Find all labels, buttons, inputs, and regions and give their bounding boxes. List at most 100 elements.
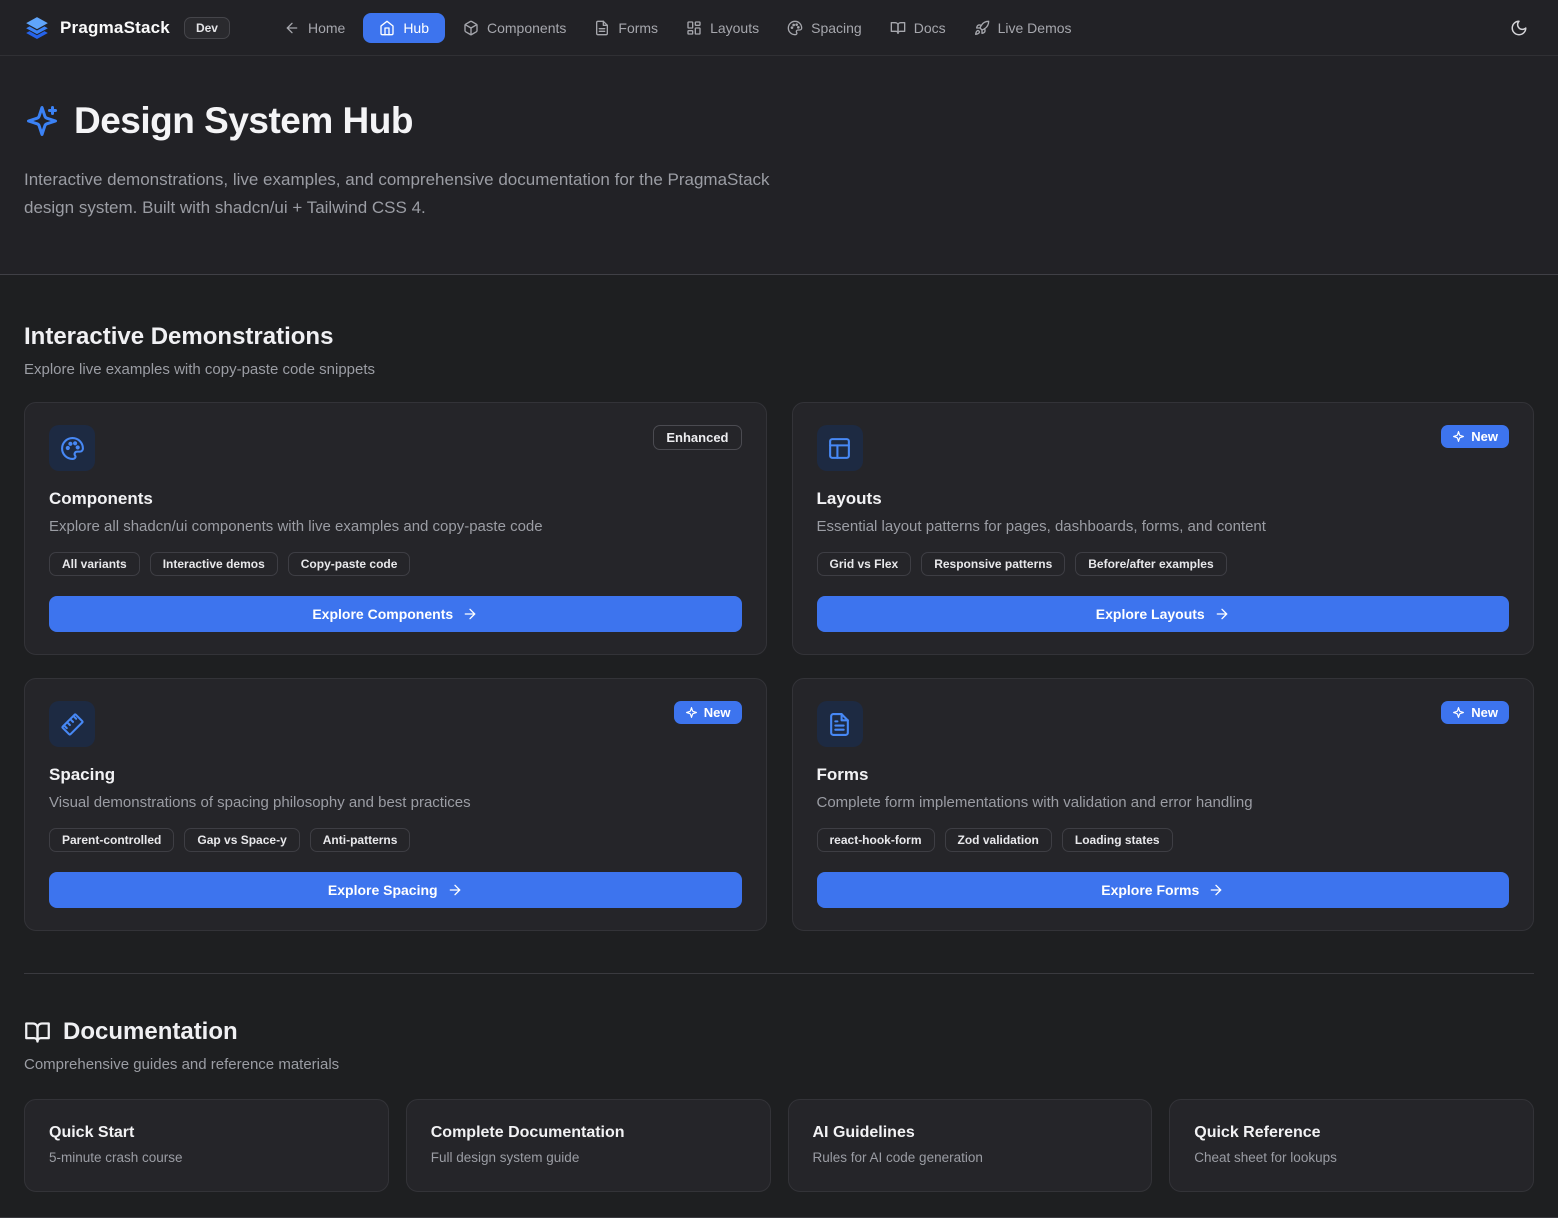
- demo-card-forms: New Forms Complete form implementations …: [792, 678, 1535, 931]
- doc-card-description: 5-minute crash course: [49, 1150, 364, 1165]
- tag: Loading states: [1062, 828, 1173, 852]
- arrow-right-icon: [447, 882, 463, 898]
- explore-spacing-button[interactable]: Explore Spacing: [49, 872, 742, 908]
- sparkles-icon: [1452, 430, 1465, 443]
- book-open-icon: [890, 20, 906, 36]
- nav-label: Docs: [914, 20, 946, 36]
- page-title: Design System Hub: [74, 100, 413, 142]
- layout-dashboard-icon: [686, 20, 702, 36]
- tag: Grid vs Flex: [817, 552, 912, 576]
- new-badge: New: [1441, 701, 1509, 724]
- card-title: Spacing: [49, 765, 742, 785]
- book-open-icon: [24, 1019, 51, 1046]
- enhanced-badge: Enhanced: [653, 425, 741, 450]
- badge-label: New: [1471, 429, 1498, 444]
- doc-card-description: Cheat sheet for lookups: [1194, 1150, 1509, 1165]
- sparkles-icon: [1452, 706, 1465, 719]
- tag: Gap vs Space-y: [184, 828, 299, 852]
- tag: Copy-paste code: [288, 552, 411, 576]
- nav-item-home[interactable]: Home: [274, 13, 355, 43]
- moon-icon: [1510, 19, 1528, 37]
- doc-card-quick-start[interactable]: Quick Start 5-minute crash course: [24, 1099, 389, 1192]
- doc-card-title: Quick Start: [49, 1124, 364, 1142]
- nav-label: Layouts: [710, 20, 759, 36]
- hero-section: Design System Hub Interactive demonstrat…: [0, 56, 1558, 275]
- brand: PragmaStack Dev: [24, 15, 230, 41]
- arrow-right-icon: [1208, 882, 1224, 898]
- rocket-icon: [974, 20, 990, 36]
- card-description: Visual demonstrations of spacing philoso…: [49, 794, 742, 811]
- nav-label: Spacing: [811, 20, 862, 36]
- section-divider: [24, 973, 1534, 974]
- arrow-right-icon: [462, 606, 478, 622]
- main-content: Interactive Demonstrations Explore live …: [0, 323, 1558, 1192]
- tag: Zod validation: [945, 828, 1052, 852]
- doc-card-grid: Quick Start 5-minute crash course Comple…: [24, 1099, 1534, 1192]
- doc-card-description: Full design system guide: [431, 1150, 746, 1165]
- tag: Parent-controlled: [49, 828, 174, 852]
- demos-section-subtitle: Explore live examples with copy-paste co…: [24, 361, 1534, 378]
- sparkles-icon: [24, 103, 60, 139]
- palette-icon: [49, 425, 95, 471]
- card-description: Complete form implementations with valid…: [817, 794, 1510, 811]
- doc-card-quick-reference[interactable]: Quick Reference Cheat sheet for lookups: [1169, 1099, 1534, 1192]
- nav-label: Home: [308, 20, 345, 36]
- doc-card-title: Complete Documentation: [431, 1124, 746, 1142]
- nav-label: Hub: [403, 20, 429, 36]
- demos-section-title: Interactive Demonstrations: [24, 323, 1534, 351]
- badge-label: New: [704, 705, 731, 720]
- layers-logo-icon: [24, 15, 50, 41]
- demo-card-spacing: New Spacing Visual demonstrations of spa…: [24, 678, 767, 931]
- nav-item-docs[interactable]: Docs: [880, 13, 956, 43]
- card-title: Layouts: [817, 489, 1510, 509]
- doc-card-description: Rules for AI code generation: [813, 1150, 1128, 1165]
- button-label: Explore Components: [312, 606, 453, 622]
- sparkles-icon: [685, 706, 698, 719]
- new-badge: New: [1441, 425, 1509, 448]
- card-description: Essential layout patterns for pages, das…: [817, 518, 1510, 535]
- tag: react-hook-form: [817, 828, 935, 852]
- card-title: Components: [49, 489, 742, 509]
- nav-item-components[interactable]: Components: [453, 13, 576, 43]
- main-nav: Home Hub Components Forms Layouts: [274, 13, 1504, 43]
- explore-components-button[interactable]: Explore Components: [49, 596, 742, 632]
- badge-label: New: [1471, 705, 1498, 720]
- explore-forms-button[interactable]: Explore Forms: [817, 872, 1510, 908]
- demo-card-components: Enhanced Components Explore all shadcn/u…: [24, 402, 767, 655]
- layout-template-icon: [817, 425, 863, 471]
- nav-item-forms[interactable]: Forms: [584, 13, 668, 43]
- arrow-right-icon: [1214, 606, 1230, 622]
- nav-item-spacing[interactable]: Spacing: [777, 13, 872, 43]
- card-description: Explore all shadcn/ui components with li…: [49, 518, 742, 535]
- ruler-icon: [49, 701, 95, 747]
- home-icon: [379, 20, 395, 36]
- doc-card-complete-documentation[interactable]: Complete Documentation Full design syste…: [406, 1099, 771, 1192]
- tag-row: All variants Interactive demos Copy-past…: [49, 552, 742, 576]
- doc-card-ai-guidelines[interactable]: AI Guidelines Rules for AI code generati…: [788, 1099, 1153, 1192]
- nav-item-live-demos[interactable]: Live Demos: [964, 13, 1082, 43]
- dev-badge: Dev: [184, 17, 230, 39]
- nav-label: Forms: [618, 20, 658, 36]
- button-label: Explore Forms: [1101, 882, 1199, 898]
- explore-layouts-button[interactable]: Explore Layouts: [817, 596, 1510, 632]
- tag-row: Parent-controlled Gap vs Space-y Anti-pa…: [49, 828, 742, 852]
- nav-item-layouts[interactable]: Layouts: [676, 13, 769, 43]
- tag: All variants: [49, 552, 140, 576]
- tag: Responsive patterns: [921, 552, 1065, 576]
- demo-card-grid: Enhanced Components Explore all shadcn/u…: [24, 402, 1534, 931]
- theme-toggle-button[interactable]: [1504, 13, 1534, 43]
- demo-card-layouts: New Layouts Essential layout patterns fo…: [792, 402, 1535, 655]
- docs-heading-label: Documentation: [63, 1018, 238, 1046]
- tag-row: Grid vs Flex Responsive patterns Before/…: [817, 552, 1510, 576]
- button-label: Explore Spacing: [328, 882, 438, 898]
- tag-row: react-hook-form Zod validation Loading s…: [817, 828, 1510, 852]
- nav-label: Live Demos: [998, 20, 1072, 36]
- tag: Before/after examples: [1075, 552, 1226, 576]
- file-text-icon: [817, 701, 863, 747]
- docs-section-subtitle: Comprehensive guides and reference mater…: [24, 1056, 1534, 1073]
- nav-item-hub[interactable]: Hub: [363, 13, 445, 43]
- page-subtitle: Interactive demonstrations, live example…: [24, 166, 784, 222]
- brand-name: PragmaStack: [60, 18, 170, 38]
- top-navigation-bar: PragmaStack Dev Home Hub Components Fo: [0, 0, 1558, 56]
- nav-label: Components: [487, 20, 566, 36]
